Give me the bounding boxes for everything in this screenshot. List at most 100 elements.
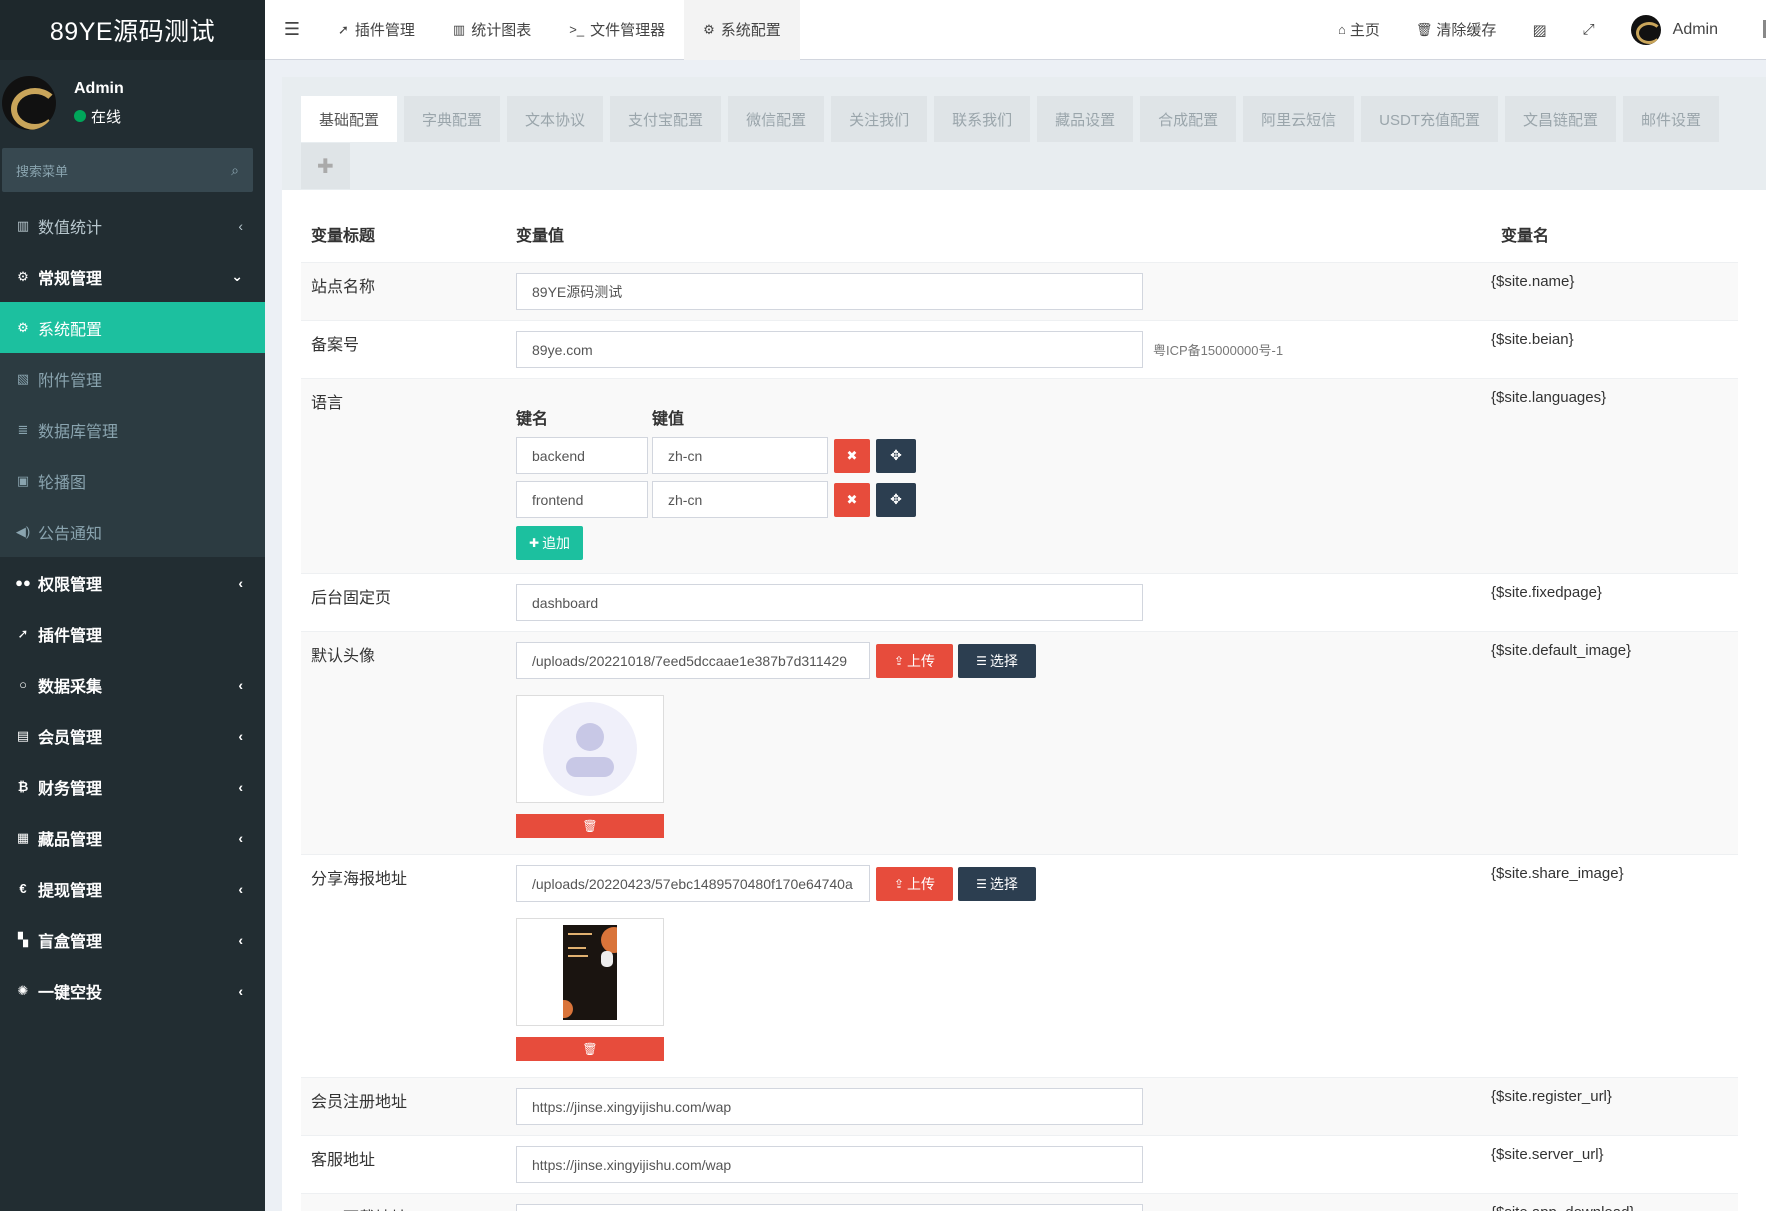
beian-input[interactable]: 89ye.com xyxy=(516,331,1143,368)
drag-handle-icon[interactable]: ✥ xyxy=(876,482,916,517)
sidebar-item-general[interactable]: ⚙ 常规管理 ⌄ xyxy=(0,251,265,302)
tab-dictionary[interactable]: 字典配置 xyxy=(404,96,501,142)
trash-icon: 🗑 xyxy=(1415,21,1433,37)
sidebar-item-attachments[interactable]: ▧ 附件管理 xyxy=(0,353,265,404)
sidebar-item-carousel[interactable]: ▣ 轮播图 xyxy=(0,455,265,506)
fixedpage-input[interactable]: dashboard xyxy=(516,584,1143,621)
row-title: 客服地址 xyxy=(311,1152,376,1169)
table-row: 分享海报地址 /uploads/20220423/57ebc1489570480… xyxy=(301,854,1738,1077)
add-tab-icon[interactable]: ✚ xyxy=(301,143,350,189)
tab-usdt[interactable]: USDT充值配置 xyxy=(1361,96,1498,142)
chevron-left-icon: ‹ xyxy=(238,217,243,234)
kv-value-input[interactable]: zh-cn xyxy=(652,481,828,518)
chevron-left-icon: ‹ xyxy=(238,880,243,897)
tab-collection-settings[interactable]: 藏品设置 xyxy=(1037,96,1134,142)
table-row: APP下载地址 {$site.app_download} xyxy=(301,1193,1738,1211)
top-nav-system-config[interactable]: ⚙ 系统配置 xyxy=(684,0,800,60)
menu-search-placeholder: 搜索菜单 xyxy=(16,163,69,179)
sidebar-item-collect[interactable]: ○ 数据采集 ‹ xyxy=(0,659,265,710)
sidebar-item-label: 数据库管理 xyxy=(38,423,119,441)
menu-toggle-icon[interactable]: ☰ xyxy=(265,0,319,60)
kv-value-label: 键值 xyxy=(652,411,685,428)
row-title: 备案号 xyxy=(311,337,360,354)
sidebar-item-plugins[interactable]: ➚ 插件管理 xyxy=(0,608,265,659)
table-row: 后台固定页 dashboard {$site.fixedpage} xyxy=(301,573,1738,631)
server-url-input[interactable]: https://jinse.xingyijishu.com/wap xyxy=(516,1146,1143,1183)
tab-agreement[interactable]: 文本协议 xyxy=(507,96,604,142)
sidebar-item-collections[interactable]: ▦ 藏品管理 ‹ xyxy=(0,812,265,863)
kv-key-input[interactable]: frontend xyxy=(516,481,648,518)
column-title: 变量标题 xyxy=(311,227,376,245)
site-name-input[interactable]: 89YE源码测试 xyxy=(516,273,1143,310)
user-panel: Admin 在线 xyxy=(0,60,265,146)
register-url-input[interactable]: https://jinse.xingyijishu.com/wap xyxy=(516,1088,1143,1125)
tab-email[interactable]: 邮件设置 xyxy=(1623,96,1720,142)
sidebar-item-label: 常规管理 xyxy=(38,270,103,288)
tab-contact-us[interactable]: 联系我们 xyxy=(934,96,1031,142)
kv-row: frontend zh-cn ✖ ✥ xyxy=(516,481,1491,518)
chevron-left-icon: ‹ xyxy=(238,574,243,591)
sidebar-item-permission[interactable]: ●● 权限管理 ‹ xyxy=(0,557,265,608)
choose-button[interactable]: ☰ 选择 xyxy=(958,643,1036,678)
tab-follow-us[interactable]: 关注我们 xyxy=(831,96,928,142)
trash-icon: 🗑 xyxy=(582,1042,598,1056)
delete-image-button[interactable]: 🗑 xyxy=(516,1037,664,1061)
sidebar-item-airdrop[interactable]: ✺ 一键空投 ‹ xyxy=(0,965,265,1016)
table-row: 备案号 89ye.com 粤ICP备15000000号-1 {$site.bei… xyxy=(301,320,1738,378)
language-icon[interactable]: ▨ xyxy=(1514,0,1564,60)
sidebar-item-notice[interactable]: ◀) 公告通知 xyxy=(0,506,265,557)
remove-row-button[interactable]: ✖ xyxy=(834,482,870,517)
brand-logo[interactable]: 89YE源码测试 xyxy=(0,0,265,60)
top-nav-file-manager[interactable]: >_ 文件管理器 xyxy=(550,0,684,60)
kv-value-input[interactable]: zh-cn xyxy=(652,437,828,474)
row-var: {$site.fixedpage} xyxy=(1491,584,1602,601)
chevron-down-icon: ⌄ xyxy=(231,268,243,284)
upload-button[interactable]: ⇪ 上传 xyxy=(876,643,953,678)
upload-label: 上传 xyxy=(907,652,936,669)
top-nav-charts[interactable]: ▥ 统计图表 xyxy=(434,0,550,60)
tab-wechat[interactable]: 微信配置 xyxy=(728,96,825,142)
tab-synthesis[interactable]: 合成配置 xyxy=(1140,96,1237,142)
share-image-input[interactable]: /uploads/20220423/57ebc1489570480f170e64… xyxy=(516,865,870,902)
th-large-icon: ▚ xyxy=(18,931,28,947)
menu-search-input[interactable]: 搜索菜单 ⌕ xyxy=(2,148,253,192)
append-button[interactable]: ✚ 追加 xyxy=(516,526,584,560)
app-download-input[interactable] xyxy=(516,1204,1143,1211)
tab-alipay[interactable]: 支付宝配置 xyxy=(610,96,722,142)
gear-icon: ⚙ xyxy=(17,319,29,335)
sidebar-item-members[interactable]: ▤ 会员管理 ‹ xyxy=(0,710,265,761)
user-menu[interactable]: Admin xyxy=(1613,0,1736,60)
search-icon[interactable]: ⌕ xyxy=(231,162,239,179)
drag-handle-icon[interactable]: ✥ xyxy=(876,438,916,473)
share-image-preview xyxy=(516,918,664,1026)
choose-button[interactable]: ☰ 选择 xyxy=(958,866,1036,901)
kv-key-input[interactable]: backend xyxy=(516,437,648,474)
sidebar-item-blindbox[interactable]: ▚ 盲盒管理 ‹ xyxy=(0,914,265,965)
sidebar-item-stats[interactable]: ▥ 数值统计 ‹ xyxy=(0,200,265,251)
sidebar-item-finance[interactable]: ₿ 财务管理 ‹ xyxy=(0,761,265,812)
euro-icon: € xyxy=(19,881,27,896)
upload-label: 上传 xyxy=(907,875,936,892)
tab-aliyun-sms[interactable]: 阿里云短信 xyxy=(1243,96,1355,142)
row-title: 语言 xyxy=(311,395,344,412)
top-nav-plugins[interactable]: ➚ 插件管理 xyxy=(319,0,434,60)
sidebar-item-label: 轮播图 xyxy=(38,474,87,492)
upload-icon: ⇪ xyxy=(893,876,905,891)
tab-wenchang-chain[interactable]: 文昌链配置 xyxy=(1505,96,1617,142)
sidebar-item-system-config[interactable]: ⚙ 系统配置 xyxy=(0,302,265,353)
file-image-icon: ▣ xyxy=(16,472,30,488)
default-image-input[interactable]: /uploads/20221018/7eed5dccaae1e387b7d311… xyxy=(516,642,870,679)
row-var: {$site.share_image} xyxy=(1491,865,1624,882)
plus-icon: ✚ xyxy=(529,536,540,550)
fullscreen-icon[interactable]: ⤢ xyxy=(1565,0,1613,60)
upload-button[interactable]: ⇪ 上传 xyxy=(876,866,953,901)
table-header: 变量标题 变量值 变量名 xyxy=(301,205,1738,262)
delete-image-button[interactable]: 🗑 xyxy=(516,814,664,838)
database-icon: ≣ xyxy=(17,421,29,437)
remove-row-button[interactable]: ✖ xyxy=(834,438,870,473)
sidebar-item-withdraw[interactable]: € 提现管理 ‹ xyxy=(0,863,265,914)
clear-cache-button[interactable]: 🗑 清除缓存 xyxy=(1398,0,1515,60)
home-link[interactable]: ⌂ 主页 xyxy=(1320,0,1398,60)
tab-basic[interactable]: 基础配置 xyxy=(301,96,398,142)
sidebar-item-database[interactable]: ≣ 数据库管理 xyxy=(0,404,265,455)
